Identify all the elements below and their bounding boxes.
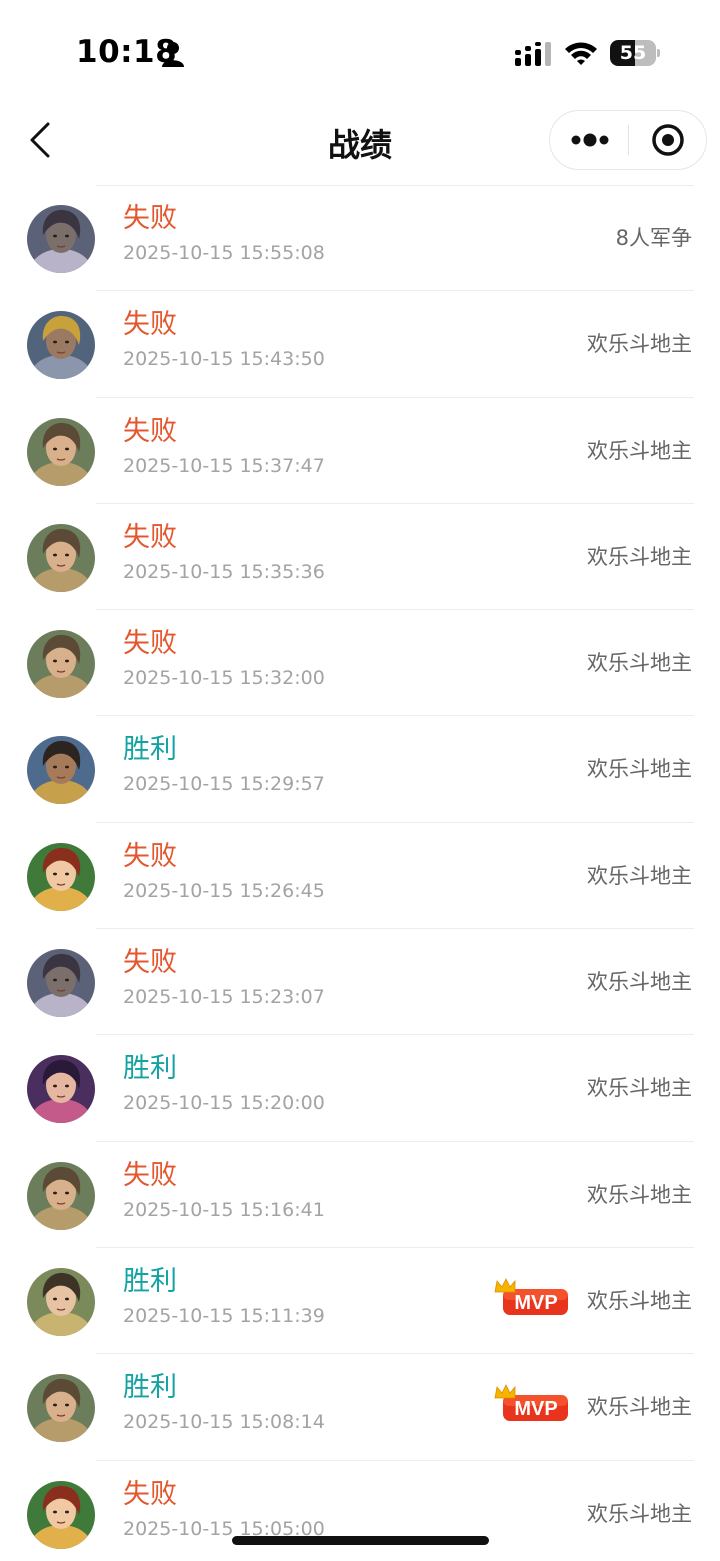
record-row[interactable]: 失败 2025-10-15 15:37:47 欢乐斗地主: [0, 398, 720, 504]
result-label: 胜利: [123, 734, 177, 766]
game-mode-label: 欢乐斗地主: [587, 1288, 692, 1313]
mvp-badge: MVP: [494, 1278, 568, 1315]
status-bar: 10:18 55: [0, 0, 720, 100]
player-avatar: [27, 1161, 95, 1230]
game-mode-label: 欢乐斗地主: [587, 1501, 692, 1526]
player-avatar: [27, 842, 95, 911]
mvp-badge: MVP: [494, 1384, 568, 1422]
avatar-portrait-icon: [27, 417, 95, 486]
result-label: 失败: [123, 628, 177, 660]
result-label: 失败: [123, 415, 177, 447]
player-avatar: [27, 1267, 95, 1336]
mini-program-capsule: [549, 110, 707, 170]
record-row[interactable]: 失败 2025-10-15 15:05:00 欢乐斗地主: [0, 1461, 720, 1561]
avatar-portrait-icon: [27, 630, 95, 699]
record-timestamp: 2025-10-15 15:08:14: [123, 1411, 325, 1434]
avatar-portrait-icon: [27, 1267, 95, 1336]
player-avatar: [27, 630, 95, 699]
record-timestamp: 2025-10-15 15:11:39: [123, 1304, 325, 1327]
record-timestamp: 2025-10-15 15:29:57: [123, 773, 325, 796]
more-button[interactable]: [550, 111, 629, 169]
result-label: 失败: [123, 947, 177, 979]
player-avatar: [27, 205, 95, 273]
person-icon: [162, 42, 184, 67]
result-label: 失败: [123, 1478, 177, 1510]
player-avatar: [27, 1374, 95, 1443]
result-label: 失败: [123, 203, 177, 234]
player-avatar: [27, 949, 95, 1018]
record-row[interactable]: 失败 2025-10-15 15:55:08 8人军争: [0, 185, 720, 292]
avatar-portrait-icon: [27, 1161, 95, 1230]
avatar-portrait-icon: [27, 949, 95, 1018]
game-mode-label: 欢乐斗地主: [587, 438, 692, 463]
result-label: 失败: [123, 840, 177, 872]
game-mode-label: 欢乐斗地主: [587, 1395, 692, 1420]
battery-indicator: 55: [610, 40, 660, 66]
record-row[interactable]: 胜利 2025-10-15 15:29:57 欢乐斗地主: [0, 716, 720, 823]
player-avatar: [27, 417, 95, 486]
record-row[interactable]: 失败 2025-10-15 15:32:00 欢乐斗地主: [0, 610, 720, 717]
record-timestamp: 2025-10-15 15:43:50: [123, 348, 325, 371]
game-mode-label: 欢乐斗地主: [587, 544, 692, 569]
record-timestamp: 2025-10-15 15:32:00: [123, 667, 325, 690]
record-row[interactable]: 失败 2025-10-15 15:16:41 欢乐斗地主: [0, 1142, 720, 1248]
avatar-portrait-icon: [27, 1480, 95, 1549]
player-avatar: [27, 1055, 95, 1124]
player-avatar: [27, 523, 95, 592]
game-mode-label: 欢乐斗地主: [587, 1182, 692, 1207]
game-mode-label: 欢乐斗地主: [587, 970, 692, 995]
avatar-portrait-icon: [27, 736, 95, 805]
record-row[interactable]: 胜利 2025-10-15 15:11:39 MVP 欢乐斗地主: [0, 1248, 720, 1355]
record-row[interactable]: 失败 2025-10-15 15:23:07 欢乐斗地主: [0, 929, 720, 1036]
result-label: 失败: [123, 1159, 177, 1191]
game-mode-label: 欢乐斗地主: [587, 863, 692, 888]
game-mode-label: 8人军争: [615, 226, 692, 250]
record-timestamp: 2025-10-15 15:20:00: [123, 1092, 325, 1115]
player-avatar: [27, 736, 95, 805]
cellular-signal-icon: [515, 42, 551, 66]
avatar-portrait-icon: [27, 1374, 95, 1443]
close-mini-program-button[interactable]: [629, 111, 707, 169]
target-close-icon: [652, 124, 684, 156]
avatar-portrait-icon: [27, 1055, 95, 1124]
result-label: 胜利: [123, 1053, 177, 1085]
record-timestamp: 2025-10-15 15:37:47: [123, 454, 325, 477]
avatar-portrait-icon: [27, 842, 95, 911]
record-row[interactable]: 胜利 2025-10-15 15:20:00 欢乐斗地主: [0, 1035, 720, 1142]
record-timestamp: 2025-10-15 15:23:07: [123, 986, 325, 1009]
game-mode-label: 欢乐斗地主: [587, 332, 692, 357]
navigation-bar: 战绩: [0, 100, 720, 182]
player-avatar: [27, 311, 95, 380]
avatar-portrait-icon: [27, 205, 95, 273]
result-label: 失败: [123, 309, 177, 341]
crown-icon: [494, 1384, 516, 1399]
player-avatar: [27, 1480, 95, 1549]
mvp-badge-text: MVP: [514, 1292, 557, 1314]
result-label: 胜利: [123, 1265, 177, 1297]
more-dots-icon: [571, 133, 609, 147]
record-timestamp: 2025-10-15 15:35:36: [123, 560, 325, 583]
avatar-portrait-icon: [27, 311, 95, 380]
record-row[interactable]: 胜利 2025-10-15 15:08:14 MVP 欢乐斗地主: [0, 1354, 720, 1461]
wifi-icon: [565, 42, 597, 65]
avatar-portrait-icon: [27, 523, 95, 592]
screen: 10:18 55 战绩 失败 2025-10-15 15:55:08 8人军争 …: [0, 0, 720, 1561]
record-row[interactable]: 失败 2025-10-15 15:43:50 欢乐斗地主: [0, 291, 720, 398]
record-timestamp: 2025-10-15 15:16:41: [123, 1198, 325, 1221]
game-mode-label: 欢乐斗地主: [587, 651, 692, 676]
record-row[interactable]: 失败 2025-10-15 15:26:45 欢乐斗地主: [0, 823, 720, 930]
record-timestamp: 2025-10-15 15:26:45: [123, 879, 325, 902]
game-mode-label: 欢乐斗地主: [587, 1076, 692, 1101]
result-label: 失败: [123, 521, 177, 553]
crown-icon: [494, 1278, 516, 1293]
mvp-badge-text: MVP: [514, 1398, 557, 1420]
result-label: 胜利: [123, 1372, 177, 1404]
battery-percent: 55: [619, 42, 647, 64]
game-mode-label: 欢乐斗地主: [587, 757, 692, 782]
match-record-list: 失败 2025-10-15 15:55:08 8人军争 失败 2025-10-1…: [0, 185, 720, 1561]
record-row[interactable]: 失败 2025-10-15 15:35:36 欢乐斗地主: [0, 504, 720, 611]
home-indicator: [232, 1536, 489, 1545]
record-timestamp: 2025-10-15 15:55:08: [123, 242, 325, 264]
